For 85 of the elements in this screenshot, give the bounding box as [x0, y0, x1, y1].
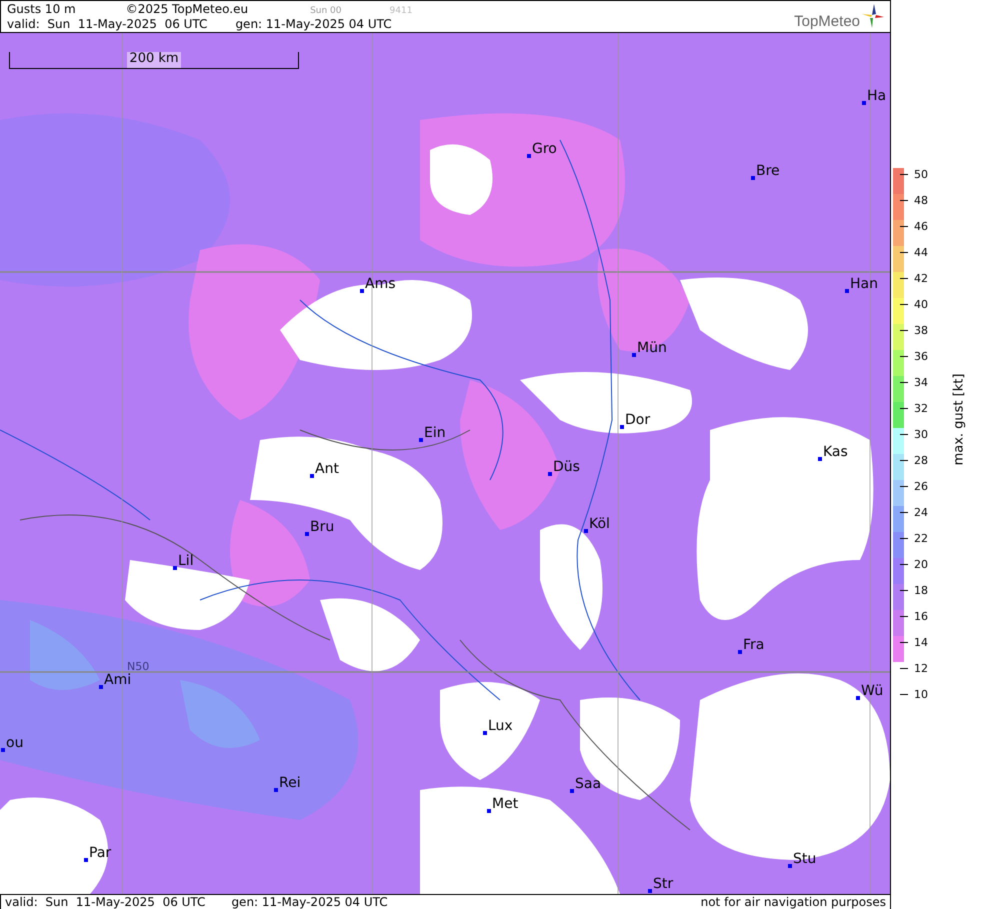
logo-text: TopMeteo — [794, 13, 860, 30]
tick-label: 50 — [914, 168, 928, 180]
generated-time: gen: 11-May-2025 04 UTC — [231, 894, 388, 909]
tick-label: 18 — [914, 584, 928, 596]
code-label: 9411 — [390, 4, 412, 18]
tick-label: 10 — [914, 688, 928, 700]
city-label: Ein — [424, 426, 446, 440]
city-marker — [310, 474, 314, 478]
city-label: Met — [492, 797, 518, 811]
city-marker — [274, 788, 278, 792]
city-label: Mün — [637, 341, 667, 355]
city-label: Str — [653, 877, 674, 891]
tick-label: 36 — [914, 350, 928, 362]
city-marker — [845, 289, 849, 293]
generated-time: gen: 11-May-2025 04 UTC — [235, 16, 392, 32]
tick-label: 14 — [914, 636, 928, 648]
city-label: Dor — [625, 413, 650, 427]
city-label: Köl — [589, 517, 610, 531]
city-marker — [738, 650, 742, 654]
tick-label: 30 — [914, 428, 928, 440]
city-marker — [862, 101, 866, 105]
tick-label: 42 — [914, 272, 928, 284]
city-label: Düs — [553, 460, 580, 474]
city-label: Bru — [310, 520, 334, 534]
tick-label: 34 — [914, 376, 928, 388]
city-marker — [487, 809, 491, 813]
city-marker — [751, 176, 755, 180]
run-label: Sun 00 — [310, 4, 342, 18]
compass-star-icon — [862, 4, 884, 30]
latitude-label: N50 — [127, 660, 150, 673]
map-title: Gusts 10 m — [7, 2, 76, 16]
city-marker — [856, 696, 860, 700]
city-marker — [648, 889, 652, 893]
tick-label: 40 — [914, 298, 928, 310]
city-label: Saa — [575, 777, 602, 791]
tick-label: 38 — [914, 324, 928, 336]
city-label: Ant — [315, 462, 339, 476]
city-label: Lux — [488, 719, 513, 733]
city-marker — [419, 438, 423, 442]
city-label: Bre — [756, 164, 780, 178]
scale-label: 200 km — [127, 52, 181, 68]
legend-title: max. gust [kt] — [951, 374, 966, 466]
city-label: Fra — [743, 638, 764, 652]
city-marker — [818, 457, 822, 461]
city-label: Han — [850, 277, 878, 291]
city-label: Gro — [532, 142, 557, 156]
city-marker — [570, 789, 574, 793]
city-marker — [1, 748, 5, 752]
valid-time: valid: Sun 11-May-2025 06 UTC — [5, 894, 206, 909]
tick-label: 44 — [914, 246, 928, 258]
city-label: Stu — [793, 852, 816, 866]
tick-label: 22 — [914, 532, 928, 544]
city-marker — [584, 529, 588, 533]
city-label: Kas — [823, 445, 848, 459]
city-marker — [788, 864, 792, 868]
valid-time: valid: Sun 11-May-2025 06 UTC — [7, 16, 208, 32]
city-marker — [483, 731, 487, 735]
city-label: Ami — [104, 673, 132, 687]
city-label: Ams — [365, 277, 396, 291]
tick-label: 26 — [914, 480, 928, 492]
city-label: Wü — [861, 684, 884, 698]
city-label: Par — [89, 846, 112, 860]
tick-label: 48 — [914, 194, 928, 206]
tick-label: 24 — [914, 506, 928, 518]
tick-label: 20 — [914, 558, 928, 570]
tick-label: 32 — [914, 402, 928, 414]
copyright-text: ©2025 TopMeteo.eu — [126, 2, 248, 16]
city-marker — [305, 532, 309, 536]
tick-label: 28 — [914, 454, 928, 466]
disclaimer-text: not for air navigation purposes — [700, 894, 886, 909]
city-marker — [620, 425, 624, 429]
city-label: Rei — [279, 776, 301, 790]
city-marker — [173, 566, 177, 570]
city-marker — [632, 353, 636, 357]
tick-label: 16 — [914, 610, 928, 622]
city-marker — [548, 472, 552, 476]
city-marker — [360, 289, 364, 293]
city-label: Lil — [178, 554, 194, 568]
city-marker — [99, 685, 103, 689]
city-marker — [84, 858, 88, 862]
tick-label: 12 — [914, 662, 928, 674]
city-label: Ha — [867, 89, 886, 103]
city-marker — [527, 154, 531, 158]
tick-label: 46 — [914, 220, 928, 232]
city-label: ou — [6, 736, 24, 750]
